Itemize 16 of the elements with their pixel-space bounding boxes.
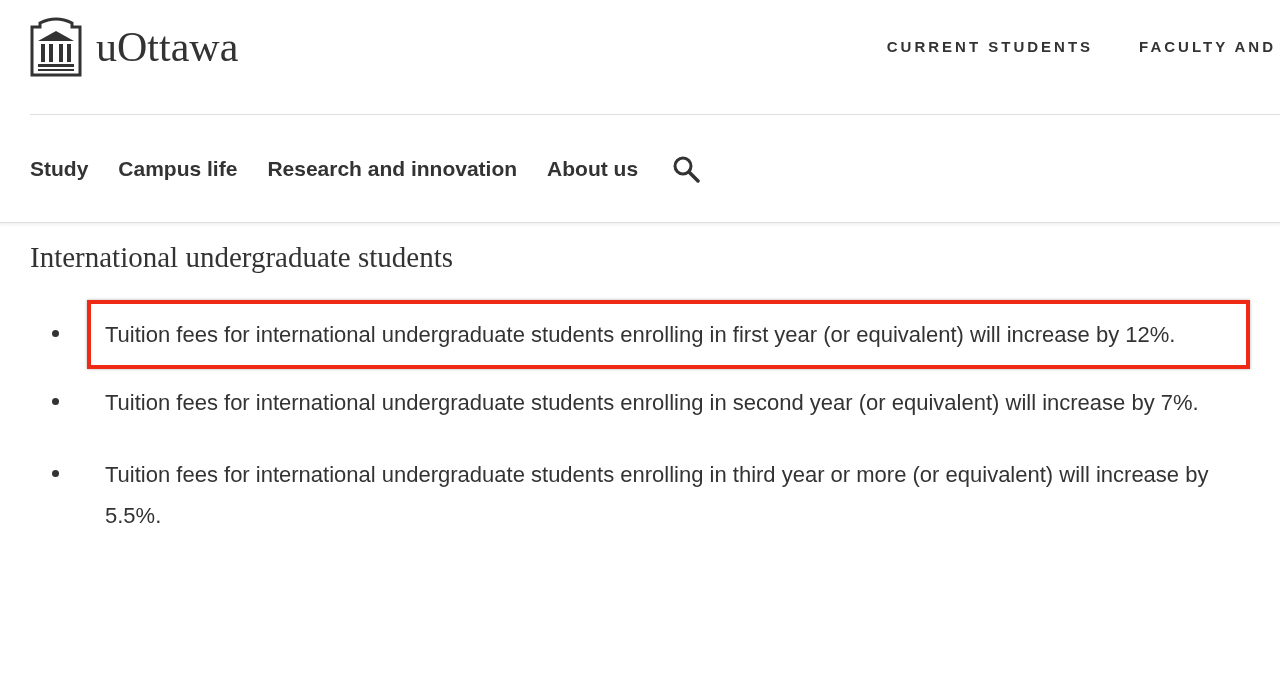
utility-link[interactable]: CURRENT STUDENTS	[886, 37, 1094, 55]
nav-link[interactable]: About us	[547, 156, 639, 181]
bullet-icon	[52, 470, 59, 477]
bullet-icon	[52, 398, 59, 405]
building-logo-icon[interactable]	[30, 17, 82, 77]
bullet-text: Tuition fees for international undergraduate students enrolling in second year (or equivalent) will increase by 7%.	[104, 389, 1200, 417]
bullet-icon	[52, 330, 59, 337]
logo-text[interactable]: uOttawa	[96, 23, 239, 71]
nav-link[interactable]: Study	[30, 156, 89, 181]
nav-link[interactable]: Campus life	[118, 156, 238, 181]
bullet-text: Tuition fees for international undergraduate students enrolling in third year or more (or equivalent) will increase by 5.5%.	[104, 461, 1210, 530]
utility-link[interactable]: FACULTY AND	[1139, 37, 1276, 55]
section-heading: International undergraduate students	[30, 241, 455, 274]
search-icon[interactable]	[672, 154, 701, 183]
nav-link[interactable]: Research and innovation	[267, 156, 518, 181]
bullet-text: Tuition fees for international undergraduate students enrolling in first year (or equivalent) will increase by 12%.	[87, 300, 1250, 369]
